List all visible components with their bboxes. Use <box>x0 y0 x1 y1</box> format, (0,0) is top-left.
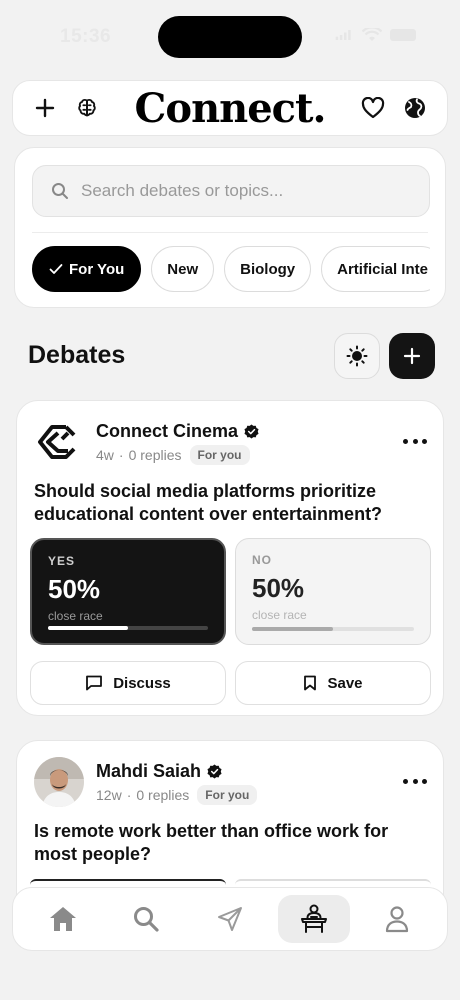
reply-count: 0 replies <box>128 447 182 463</box>
author-name-text: Connect Cinema <box>96 421 239 441</box>
add-debate-button[interactable] <box>389 333 435 379</box>
chip-label: For You <box>69 260 125 278</box>
debate-question[interactable]: Should social media platforms prioritize… <box>34 480 434 526</box>
author-name[interactable]: Connect Cinema <box>96 421 259 442</box>
vote-yes-option[interactable]: YES 50% close race <box>30 538 226 645</box>
save-button[interactable]: Save <box>235 661 431 705</box>
search-field[interactable] <box>32 165 430 217</box>
plus-icon <box>403 347 421 365</box>
chip-artificial-intelligence[interactable]: Artificial Inte <box>321 246 430 292</box>
for-you-tag: For you <box>189 445 250 465</box>
vote-yes-option[interactable] <box>30 879 226 885</box>
topic-chips: For You New Biology Artificial Inte <box>32 246 430 292</box>
home-icon <box>49 907 76 931</box>
heart-icon[interactable] <box>357 92 389 124</box>
profile-icon <box>386 906 409 933</box>
meta-separator: · <box>118 447 124 463</box>
vote-note: close race <box>48 609 103 623</box>
debate-card[interactable]: Connect Cinema 4w · 0 replies For you Sh… <box>16 400 444 716</box>
more-options-icon[interactable] <box>403 431 427 451</box>
more-options-icon[interactable] <box>403 771 427 791</box>
post-meta: 12w · 0 replies For you <box>96 785 258 805</box>
meta-separator: · <box>126 787 132 803</box>
chip-label: Artificial Inte <box>337 260 428 278</box>
search-filter-card: For You New Biology Artificial Inte <box>14 147 446 308</box>
verified-badge-icon <box>207 764 222 779</box>
debate-question[interactable]: Is remote work better than office work f… <box>34 820 434 866</box>
for-you-tag: For you <box>197 785 258 805</box>
send-icon <box>217 907 242 931</box>
post-age: 12w <box>96 787 122 803</box>
vote-note: close race <box>252 608 307 622</box>
sun-icon <box>346 345 368 367</box>
battery-icon <box>390 29 416 41</box>
connect-cinema-logo-icon <box>34 417 84 467</box>
vote-progress-bar <box>48 626 208 630</box>
avatar[interactable] <box>34 757 84 807</box>
vote-percent: 50% <box>48 574 101 604</box>
reply-count: 0 replies <box>136 787 190 803</box>
vote-percent: 50% <box>252 573 305 603</box>
comment-icon <box>86 675 103 691</box>
chip-label: Biology <box>240 260 296 278</box>
vote-label: NO <box>252 553 272 567</box>
verified-badge-icon <box>244 424 259 439</box>
brand-title: Connect. <box>134 84 327 132</box>
nav-messages[interactable] <box>194 895 266 943</box>
chip-label: New <box>167 260 199 278</box>
vote-no-option[interactable]: NO 50% close race <box>235 538 431 645</box>
post-meta: 4w · 0 replies For you <box>96 445 250 465</box>
globe-icon[interactable] <box>399 92 431 124</box>
vote-progress-fill <box>48 626 128 630</box>
discuss-label: Discuss <box>113 674 171 692</box>
nav-profile[interactable] <box>361 895 433 943</box>
bottom-nav <box>12 887 448 951</box>
status-time: 15:36 <box>60 26 112 47</box>
search-icon <box>134 907 159 932</box>
nav-home[interactable] <box>27 895 99 943</box>
vote-label: YES <box>48 554 76 568</box>
post-age: 4w <box>96 447 114 463</box>
author-name[interactable]: Mahdi Saiah <box>96 761 222 782</box>
wifi-icon <box>362 28 382 41</box>
brain-icon[interactable] <box>71 92 103 124</box>
divider <box>32 232 428 233</box>
discuss-button[interactable]: Discuss <box>30 661 226 705</box>
status-bar: 15:36 <box>0 0 460 70</box>
nav-debates[interactable] <box>277 895 350 943</box>
theme-toggle-button[interactable] <box>334 333 380 379</box>
chip-biology[interactable]: Biology <box>224 246 312 292</box>
status-icons <box>334 28 416 42</box>
author-name-text: Mahdi Saiah <box>96 761 202 781</box>
check-icon <box>49 264 63 274</box>
user-photo-icon <box>34 757 84 807</box>
save-label: Save <box>327 674 363 692</box>
search-input[interactable] <box>81 181 401 201</box>
chip-new[interactable]: New <box>151 246 215 292</box>
vote-no-option[interactable] <box>235 879 431 885</box>
vote-progress-fill <box>252 627 333 631</box>
search-icon <box>52 183 68 199</box>
top-header: Connect. <box>12 80 448 136</box>
plus-icon[interactable] <box>29 92 61 124</box>
section-title: Debates <box>28 341 126 369</box>
dynamic-island <box>158 16 302 58</box>
vote-progress-bar <box>252 627 414 631</box>
debate-podium-icon <box>300 904 327 933</box>
nav-search[interactable] <box>110 895 182 943</box>
chip-for-you[interactable]: For You <box>32 246 142 292</box>
bookmark-icon <box>304 675 317 691</box>
avatar[interactable] <box>34 417 84 467</box>
signal-icon <box>335 30 351 40</box>
